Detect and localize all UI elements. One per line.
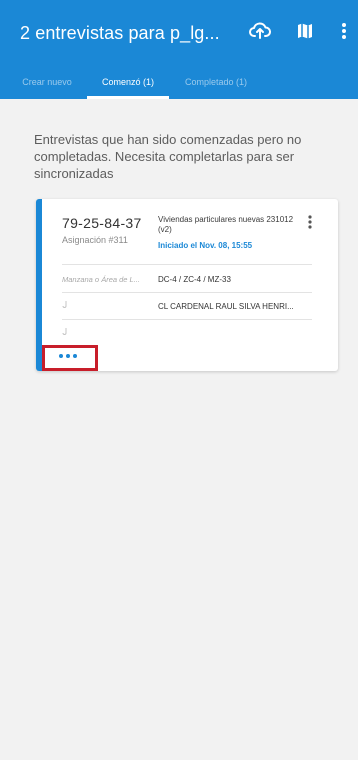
tab-label: Completado (1)	[184, 76, 248, 87]
more-vert-icon[interactable]	[331, 18, 357, 44]
survey-name: Viviendas particulares nuevas 231012 (v2…	[158, 215, 294, 234]
row-value: CL CARDENAL RAUL SILVA HENRI...	[158, 302, 294, 311]
row-label	[62, 327, 68, 337]
empty-field-icon	[62, 301, 67, 308]
divider	[62, 319, 312, 320]
started-timestamp: Iniciado el Nov. 08, 15:55	[158, 241, 253, 250]
map-icon[interactable]	[292, 18, 318, 44]
tab-label: Comenzó (1)	[101, 76, 155, 87]
app-screen: 2 entrevistas para p_lg... Crear nuevo C…	[0, 0, 358, 760]
section-description: Entrevistas que han sido comenzadas pero…	[34, 132, 302, 181]
tab-label: Crear nuevo	[22, 76, 72, 87]
row-label	[62, 300, 68, 310]
assignment-number: Asignación #311	[62, 235, 128, 245]
interview-id: 79-25-84-37	[62, 215, 142, 231]
expand-details-button[interactable]	[42, 344, 94, 367]
row-label: Manzana o Área de L...	[62, 275, 140, 284]
tab-completed[interactable]: Completado (1)	[174, 64, 258, 99]
page-title: 2 entrevistas para p_lg...	[20, 23, 220, 43]
tab-bar: Crear nuevo Comenzó (1) Completado (1)	[0, 64, 358, 99]
ellipsis-icon	[59, 353, 77, 358]
row-value: DC-4 / ZC-4 / MZ-33	[158, 275, 231, 284]
app-bar: 2 entrevistas para p_lg... Crear nuevo C…	[0, 0, 358, 99]
active-tab-indicator	[87, 96, 169, 99]
card-menu-icon[interactable]	[304, 215, 316, 231]
divider	[62, 292, 312, 293]
tab-create-new[interactable]: Crear nuevo	[12, 64, 82, 99]
divider	[62, 264, 312, 265]
interview-card[interactable]: 79-25-84-37 Asignación #311 Viviendas pa…	[36, 199, 338, 371]
empty-field-icon	[62, 328, 67, 335]
cloud-sync-icon[interactable]	[247, 18, 273, 44]
tab-started[interactable]: Comenzó (1)	[87, 64, 169, 99]
